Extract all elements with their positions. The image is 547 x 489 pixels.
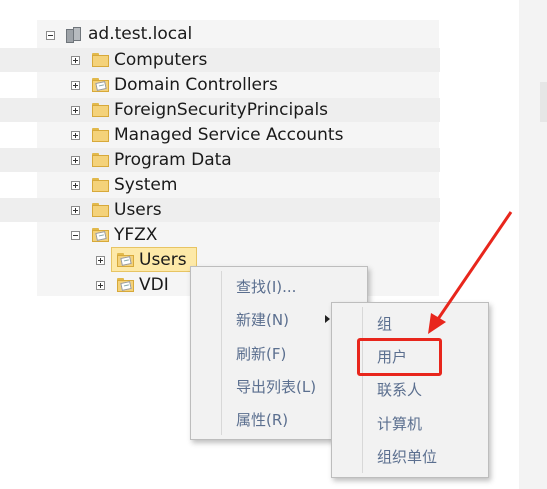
annotation-arrow-icon bbox=[428, 211, 513, 334]
